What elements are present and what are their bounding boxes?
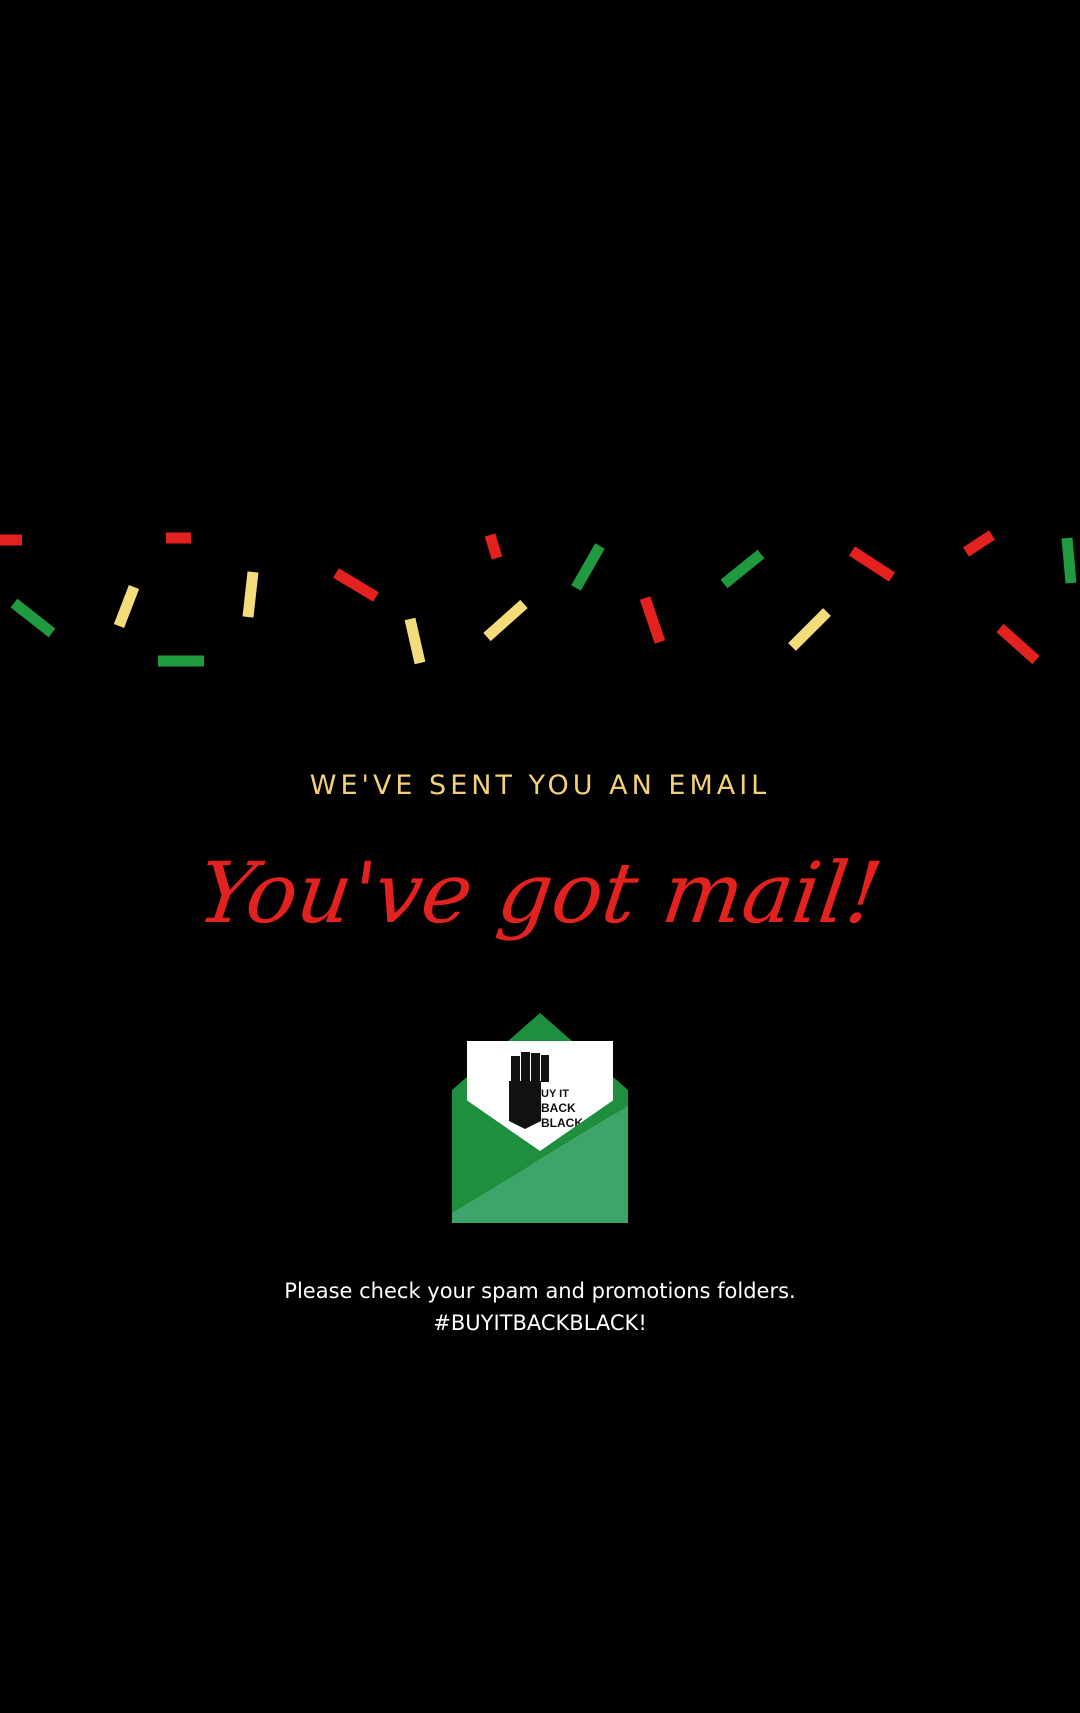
confetti-piece <box>996 623 1040 665</box>
headline-youve-got-mail: You've got mail! <box>192 844 888 942</box>
confetti-piece <box>242 571 259 618</box>
confetti-piece <box>404 617 426 665</box>
confetti-piece <box>483 599 528 642</box>
confetti-piece <box>571 543 605 591</box>
confetti-piece <box>639 596 666 644</box>
confetti-piece <box>1061 537 1077 584</box>
confetti-piece <box>10 598 56 638</box>
confetti-piece <box>849 546 895 582</box>
confetti-piece <box>484 533 503 560</box>
open-envelope-icon: UY IT BACK BLACK <box>452 1013 628 1225</box>
confetti-piece <box>333 568 379 602</box>
spam-folder-instructions: Please check your spam and promotions fo… <box>284 1279 796 1303</box>
confetti-piece <box>720 549 765 589</box>
confetti-piece <box>962 530 996 557</box>
hashtag-text: #BUYITBACKBLACK! <box>433 1311 647 1335</box>
logo-text: BACK <box>541 1101 576 1115</box>
confetti-piece <box>113 585 140 628</box>
email-sent-subtitle: WE'VE SENT YOU AN EMAIL <box>309 770 771 801</box>
confetti-piece <box>788 608 831 651</box>
logo-text: UY IT <box>541 1088 569 1100</box>
